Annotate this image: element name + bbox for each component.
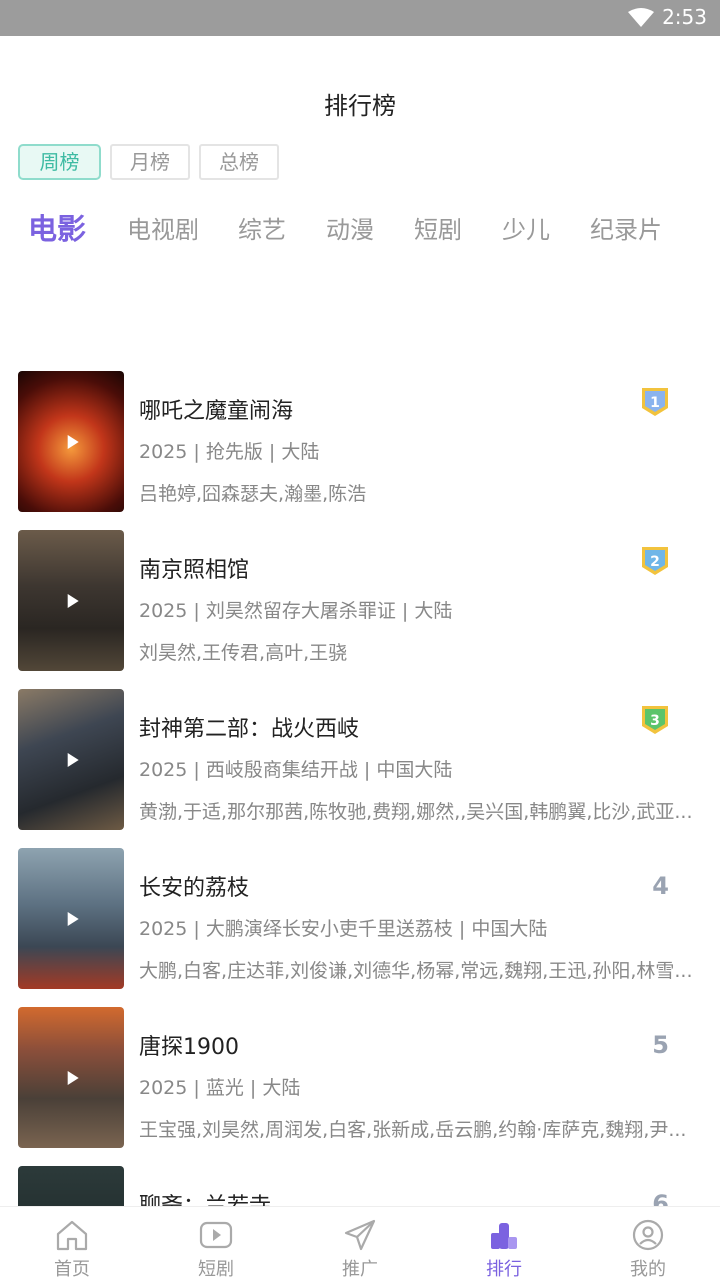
nav-promote[interactable]: 推广 — [288, 1207, 432, 1281]
svg-text:2: 2 — [650, 554, 660, 570]
list-item[interactable]: 聊斋：兰若寺 6 — [0, 1166, 720, 1206]
period-tabs: 周榜 月榜 总榜 — [18, 144, 279, 180]
item-cast: 吕艳婷,囧森瑟夫,瀚墨,陈浩 — [139, 483, 367, 505]
nav-home[interactable]: 首页 — [0, 1207, 144, 1281]
nav-profile[interactable]: 我的 — [576, 1207, 720, 1281]
poster-image[interactable] — [18, 530, 124, 671]
item-title: 哪吒之魔童闹海 — [139, 399, 294, 424]
item-title: 南京照相馆 — [139, 558, 250, 583]
paper-plane-icon — [344, 1219, 376, 1251]
play-icon — [67, 752, 79, 767]
nav-ranking[interactable]: 排行 — [432, 1207, 576, 1281]
svg-text:1: 1 — [650, 395, 660, 411]
ranking-icon — [491, 1223, 517, 1249]
item-cast: 刘昊然,王传君,高叶,王骁 — [139, 642, 348, 664]
tab-all-time[interactable]: 总榜 — [199, 144, 279, 180]
tab-monthly[interactable]: 月榜 — [110, 144, 190, 180]
item-title: 聊斋：兰若寺 — [139, 1188, 271, 1206]
item-meta: 2025 | 蓝光 | 大陆 — [139, 1077, 301, 1099]
poster-image[interactable] — [18, 848, 124, 989]
nav-label: 短剧 — [198, 1259, 234, 1280]
silver-medal-icon: 2 — [642, 547, 668, 575]
play-icon — [67, 593, 79, 608]
ranking-list: 哪吒之魔童闹海 2025 | 抢先版 | 大陆 吕艳婷,囧森瑟夫,瀚墨,陈浩 1… — [0, 371, 720, 1206]
page-title: 排行榜 — [324, 92, 396, 120]
item-meta: 2025 | 大鹏演绎长安小吏千里送荔枝 | 中国大陆 — [139, 918, 548, 940]
nav-label: 推广 — [342, 1259, 378, 1280]
nav-label: 首页 — [54, 1259, 90, 1280]
tab-tv-series[interactable]: 电视剧 — [127, 210, 199, 245]
item-cast: 王宝强,刘昊然,周润发,白客,张新成,岳云鹏,约翰·库萨克,魏翔,尹... — [139, 1119, 687, 1141]
rank-number: 4 — [652, 872, 669, 900]
item-cast: 黄渤,于适,那尔那茜,陈牧驰,费翔,娜然,,吴兴国,韩鹏翼,比沙,武亚... — [139, 801, 693, 823]
rank-number: 5 — [652, 1031, 669, 1059]
list-item[interactable]: 哪吒之魔童闹海 2025 | 抢先版 | 大陆 吕艳婷,囧森瑟夫,瀚墨,陈浩 1 — [0, 371, 720, 512]
item-meta: 2025 | 西岐殷商集结开战 | 中国大陆 — [139, 759, 453, 781]
poster-image[interactable] — [18, 371, 124, 512]
list-item[interactable]: 唐探1900 2025 | 蓝光 | 大陆 王宝强,刘昊然,周润发,白客,张新成… — [0, 1007, 720, 1148]
nav-label: 我的 — [630, 1259, 666, 1280]
item-title: 唐探1900 — [139, 1035, 239, 1060]
wifi-icon — [628, 8, 654, 27]
tab-short-drama[interactable]: 短剧 — [414, 210, 462, 245]
list-item[interactable]: 长安的荔枝 2025 | 大鹏演绎长安小吏千里送荔枝 | 中国大陆 大鹏,白客,… — [0, 848, 720, 989]
nav-label: 排行 — [486, 1259, 522, 1280]
play-icon — [67, 911, 79, 926]
poster-image[interactable] — [18, 689, 124, 830]
status-bar: 2:53 — [0, 0, 720, 36]
list-item[interactable]: 南京照相馆 2025 | 刘昊然留存大屠杀罪证 | 大陆 刘昊然,王传君,高叶,… — [0, 530, 720, 671]
tab-anime[interactable]: 动漫 — [326, 210, 374, 245]
category-tabs: 电影 电视剧 综艺 动漫 短剧 少儿 纪录片 — [0, 200, 720, 250]
status-time: 2:53 — [662, 5, 707, 29]
tab-weekly[interactable]: 周榜 — [18, 144, 101, 180]
play-video-icon — [199, 1221, 233, 1249]
nav-short-drama[interactable]: 短剧 — [144, 1207, 288, 1281]
item-meta: 2025 | 抢先版 | 大陆 — [139, 441, 320, 463]
tab-movie[interactable]: 电影 — [28, 206, 86, 248]
poster-image[interactable] — [18, 1166, 124, 1206]
profile-icon — [632, 1219, 664, 1251]
item-title: 长安的荔枝 — [139, 876, 250, 901]
item-title: 封神第二部：战火西岐 — [139, 717, 360, 742]
tab-documentary[interactable]: 纪录片 — [590, 210, 662, 245]
item-cast: 大鹏,白客,庄达菲,刘俊谦,刘德华,杨幂,常远,魏翔,王迅,孙阳,林雪... — [139, 960, 693, 982]
item-meta: 2025 | 刘昊然留存大屠杀罪证 | 大陆 — [139, 600, 453, 622]
svg-text:3: 3 — [650, 713, 660, 729]
list-item[interactable]: 封神第二部：战火西岐 2025 | 西岐殷商集结开战 | 中国大陆 黄渤,于适,… — [0, 689, 720, 830]
bottom-nav: 首页 短剧 推广 排行 我的 — [0, 1206, 720, 1281]
play-icon — [67, 1070, 79, 1085]
tab-kids[interactable]: 少儿 — [502, 210, 550, 245]
play-icon — [67, 434, 79, 449]
home-icon — [56, 1220, 88, 1251]
poster-image[interactable] — [18, 1007, 124, 1148]
rank-number: 6 — [652, 1190, 669, 1206]
tab-variety[interactable]: 综艺 — [238, 210, 286, 245]
bronze-medal-icon: 3 — [642, 706, 668, 734]
gold-medal-icon: 1 — [642, 388, 668, 416]
